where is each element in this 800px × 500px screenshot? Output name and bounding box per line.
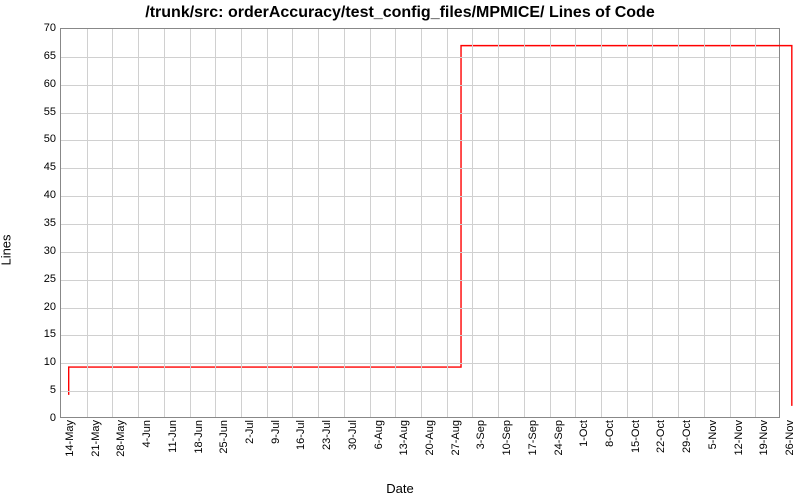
grid-line: [292, 29, 293, 417]
x-tick-label: 11-Jun: [167, 420, 179, 464]
y-tick-label: 40: [16, 189, 56, 201]
x-tick-label: 25-Jun: [218, 420, 230, 464]
x-tick-label: 1-Oct: [578, 420, 590, 464]
x-tick-label: 18-Jun: [193, 420, 205, 464]
grid-line: [61, 57, 779, 58]
grid-line: [730, 29, 731, 417]
grid-line: [61, 224, 779, 225]
grid-line: [550, 29, 551, 417]
y-tick-label: 30: [16, 245, 56, 257]
x-tick-label: 24-Sep: [553, 420, 565, 464]
y-tick-label: 5: [16, 384, 56, 396]
series-line: [69, 46, 792, 406]
grid-line: [601, 29, 602, 417]
grid-line: [112, 29, 113, 417]
x-tick-label: 8-Oct: [604, 420, 616, 464]
grid-line: [318, 29, 319, 417]
grid-line: [267, 29, 268, 417]
x-tick-label: 17-Sep: [527, 420, 539, 464]
x-tick-label: 22-Oct: [655, 420, 667, 464]
x-tick-label: 6-Aug: [373, 420, 385, 464]
x-tick-label: 16-Jul: [295, 420, 307, 464]
y-tick-label: 55: [16, 106, 56, 118]
grid-line: [138, 29, 139, 417]
y-tick-label: 35: [16, 217, 56, 229]
plot-area: [60, 28, 780, 418]
grid-line: [241, 29, 242, 417]
grid-line: [61, 363, 779, 364]
x-tick-label: 26-Nov: [784, 420, 796, 464]
grid-line: [61, 252, 779, 253]
chart-container: /trunk/src: orderAccuracy/test_config_fi…: [0, 0, 800, 500]
grid-line: [704, 29, 705, 417]
grid-line: [61, 113, 779, 114]
y-tick-label: 25: [16, 273, 56, 285]
x-tick-label: 20-Aug: [424, 420, 436, 464]
grid-line: [61, 280, 779, 281]
x-tick-label: 5-Nov: [707, 420, 719, 464]
grid-line: [61, 391, 779, 392]
x-tick-label: 19-Nov: [758, 420, 770, 464]
grid-line: [164, 29, 165, 417]
grid-line: [755, 29, 756, 417]
x-tick-label: 29-Oct: [681, 420, 693, 464]
y-tick-label: 50: [16, 133, 56, 145]
y-tick-label: 60: [16, 78, 56, 90]
x-tick-label: 13-Aug: [398, 420, 410, 464]
grid-line: [190, 29, 191, 417]
grid-line: [524, 29, 525, 417]
grid-line: [370, 29, 371, 417]
x-tick-label: 27-Aug: [450, 420, 462, 464]
grid-line: [61, 196, 779, 197]
grid-line: [652, 29, 653, 417]
grid-line: [61, 335, 779, 336]
grid-line: [447, 29, 448, 417]
x-axis-label: Date: [0, 481, 800, 496]
grid-line: [61, 85, 779, 86]
grid-line: [87, 29, 88, 417]
x-tick-label: 30-Jul: [347, 420, 359, 464]
grid-line: [678, 29, 679, 417]
grid-line: [215, 29, 216, 417]
x-tick-label: 10-Sep: [501, 420, 513, 464]
x-tick-label: 28-May: [115, 420, 127, 464]
y-tick-label: 65: [16, 50, 56, 62]
x-tick-label: 21-May: [90, 420, 102, 464]
grid-line: [627, 29, 628, 417]
y-tick-label: 70: [16, 22, 56, 34]
data-line: [61, 29, 779, 417]
y-tick-label: 20: [16, 301, 56, 313]
y-tick-label: 45: [16, 161, 56, 173]
x-tick-label: 3-Sep: [475, 420, 487, 464]
x-tick-label: 23-Jul: [321, 420, 333, 464]
x-tick-label: 12-Nov: [733, 420, 745, 464]
grid-line: [61, 308, 779, 309]
chart-title: /trunk/src: orderAccuracy/test_config_fi…: [0, 4, 800, 22]
grid-line: [498, 29, 499, 417]
grid-line: [344, 29, 345, 417]
grid-line: [421, 29, 422, 417]
grid-line: [395, 29, 396, 417]
y-tick-label: 15: [16, 328, 56, 340]
x-tick-label: 14-May: [64, 420, 76, 464]
grid-line: [575, 29, 576, 417]
x-tick-label: 15-Oct: [630, 420, 642, 464]
grid-line: [61, 168, 779, 169]
y-tick-label: 10: [16, 356, 56, 368]
x-tick-label: 4-Jun: [141, 420, 153, 464]
x-tick-label: 9-Jul: [270, 420, 282, 464]
x-tick-label: 2-Jul: [244, 420, 256, 464]
grid-line: [472, 29, 473, 417]
y-axis-label: Lines: [0, 234, 14, 265]
grid-line: [61, 140, 779, 141]
y-tick-label: 0: [16, 412, 56, 424]
